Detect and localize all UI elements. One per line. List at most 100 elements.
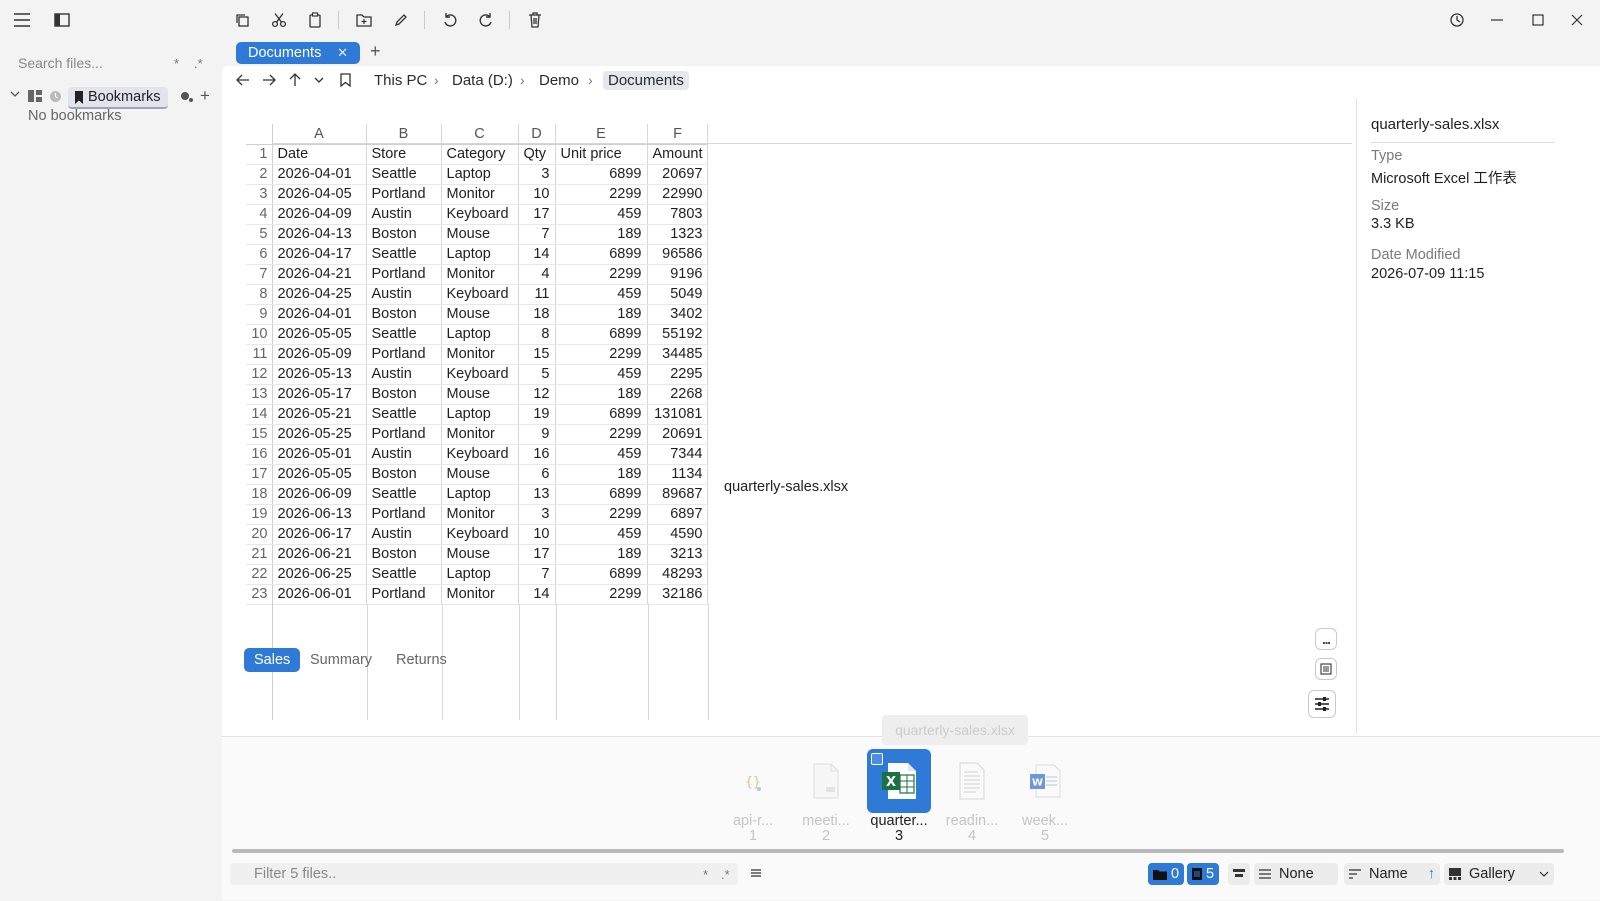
table-cell[interactable]: 12 <box>518 384 556 405</box>
table-cell[interactable]: 16 <box>518 444 556 465</box>
table-cell[interactable]: 3213 <box>647 544 709 565</box>
glob-toggle[interactable]: * <box>703 867 708 882</box>
recent-icon[interactable] <box>49 90 62 103</box>
table-cell[interactable]: Keyboard <box>441 204 519 225</box>
table-cell[interactable]: 2026-06-25 <box>272 564 367 585</box>
sheet-tab-sales[interactable]: Sales <box>244 648 301 672</box>
table-cell[interactable]: Monitor <box>441 264 519 285</box>
forward-arrow-icon[interactable] <box>262 74 276 86</box>
table-cell[interactable]: 14 <box>518 584 556 605</box>
regex-toggle[interactable]: .* <box>721 867 730 882</box>
gallery-item-selected[interactable]: X quarter... 3 <box>864 749 934 844</box>
sheet-tab-returns[interactable]: Returns <box>386 648 457 672</box>
table-cell[interactable]: 189 <box>555 464 648 485</box>
adjust-settings-icon[interactable] <box>1308 690 1336 718</box>
table-cell[interactable]: 2026-06-13 <box>272 504 367 525</box>
table-cell[interactable]: Austin <box>366 284 442 305</box>
list-options-icon[interactable] <box>750 867 762 879</box>
table-cell[interactable]: 7803 <box>647 204 709 225</box>
undo-icon[interactable] <box>440 10 460 30</box>
gallery-item[interactable]: readin... 4 <box>937 749 1007 844</box>
table-cell[interactable]: 2026-05-13 <box>272 364 367 385</box>
breadcrumb-documents[interactable]: Documents <box>603 71 689 90</box>
glob-toggle[interactable]: * <box>174 56 179 71</box>
group-by-dropdown[interactable]: None <box>1254 863 1338 885</box>
table-cell[interactable]: 131081 <box>647 404 709 425</box>
table-cell[interactable]: 17 <box>518 204 556 225</box>
sheet-tab-summary[interactable]: Summary <box>300 648 382 672</box>
table-cell[interactable]: 55192 <box>647 324 709 345</box>
table-cell[interactable]: 6897 <box>647 504 709 525</box>
table-cell[interactable]: Monitor <box>441 504 519 525</box>
chevron-down-icon[interactable] <box>10 89 20 99</box>
delete-icon[interactable] <box>525 10 545 30</box>
table-cell[interactable]: Qty <box>518 144 556 165</box>
table-cell[interactable]: Seattle <box>366 564 442 585</box>
table-cell[interactable]: Monitor <box>441 424 519 445</box>
column-header[interactable]: A <box>272 124 367 145</box>
minimize-icon[interactable] <box>1487 10 1507 30</box>
maximize-icon[interactable] <box>1528 10 1548 30</box>
up-arrow-icon[interactable] <box>289 73 301 87</box>
table-cell[interactable]: 32186 <box>647 584 709 605</box>
table-cell[interactable]: 6899 <box>555 484 648 505</box>
table-cell[interactable]: 15 <box>518 344 556 365</box>
table-cell[interactable]: Mouse <box>441 464 519 485</box>
table-cell[interactable]: 2026-06-21 <box>272 544 367 565</box>
column-header[interactable]: D <box>518 124 556 145</box>
table-cell[interactable]: 459 <box>555 284 648 305</box>
table-cell[interactable]: 2299 <box>555 424 648 445</box>
table-cell[interactable]: Seattle <box>366 484 442 505</box>
table-cell[interactable]: 19 <box>518 404 556 425</box>
table-cell[interactable]: 1134 <box>647 464 709 485</box>
table-cell[interactable]: Boston <box>366 544 442 565</box>
table-cell[interactable]: 10 <box>518 184 556 205</box>
table-cell[interactable]: 11 <box>518 284 556 305</box>
gallery-item[interactable]: {} api-r... 1 <box>718 749 788 844</box>
table-cell[interactable]: Austin <box>366 524 442 545</box>
table-cell[interactable]: Laptop <box>441 244 519 265</box>
table-cell[interactable]: 4 <box>518 264 556 285</box>
table-cell[interactable]: 14 <box>518 244 556 265</box>
toggle-panel-icon[interactable] <box>1228 863 1250 885</box>
table-cell[interactable]: Portland <box>366 584 442 605</box>
table-cell[interactable]: 1323 <box>647 224 709 245</box>
table-cell[interactable]: Laptop <box>441 404 519 425</box>
table-cell[interactable]: 2026-05-05 <box>272 324 367 345</box>
add-bookmark-icon[interactable]: + <box>200 86 210 106</box>
table-cell[interactable]: 2026-04-17 <box>272 244 367 265</box>
bookmark-options-icon[interactable] <box>180 91 194 103</box>
table-cell[interactable]: Laptop <box>441 324 519 345</box>
table-cell[interactable]: 6899 <box>555 164 648 185</box>
table-cell[interactable]: 2026-04-01 <box>272 164 367 185</box>
table-cell[interactable]: Seattle <box>366 404 442 425</box>
folder-count-badge[interactable]: 0 <box>1148 863 1185 885</box>
table-cell[interactable]: Austin <box>366 444 442 465</box>
tab-documents[interactable]: Documents ✕ <box>236 42 360 64</box>
table-cell[interactable]: 6899 <box>555 324 648 345</box>
table-cell[interactable]: 6899 <box>555 564 648 585</box>
table-cell[interactable]: 3402 <box>647 304 709 325</box>
table-cell[interactable]: 2299 <box>555 264 648 285</box>
copy-icon[interactable] <box>232 10 252 30</box>
table-cell[interactable]: 22990 <box>647 184 709 205</box>
table-cell[interactable]: Date <box>272 144 367 165</box>
table-cell[interactable]: 20691 <box>647 424 709 445</box>
sort-by-dropdown[interactable]: Name ↑ <box>1344 863 1440 885</box>
table-cell[interactable]: Boston <box>366 224 442 245</box>
table-cell[interactable]: 459 <box>555 204 648 225</box>
table-cell[interactable]: Portland <box>366 264 442 285</box>
close-tab-icon[interactable]: ✕ <box>337 45 348 61</box>
table-cell[interactable]: Keyboard <box>441 524 519 545</box>
column-header[interactable]: C <box>441 124 519 145</box>
table-cell[interactable]: 2026-04-01 <box>272 304 367 325</box>
table-cell[interactable]: 7344 <box>647 444 709 465</box>
table-cell[interactable]: Portland <box>366 184 442 205</box>
bookmarks-tab[interactable]: Bookmarks <box>68 87 168 109</box>
table-cell[interactable]: 7 <box>518 224 556 245</box>
table-cell[interactable]: Seattle <box>366 324 442 345</box>
table-cell[interactable]: 2026-05-17 <box>272 384 367 405</box>
table-cell[interactable]: Boston <box>366 464 442 485</box>
table-cell[interactable]: 48293 <box>647 564 709 585</box>
table-cell[interactable]: Category <box>441 144 519 165</box>
